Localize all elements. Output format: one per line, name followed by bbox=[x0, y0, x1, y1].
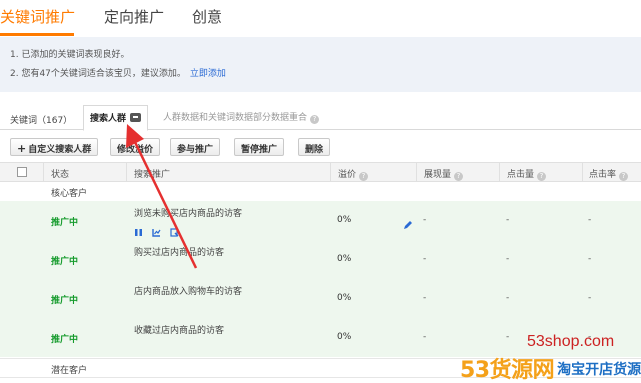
watermark-brand: 53货源网 bbox=[460, 358, 555, 383]
watermark-logo: 53货源网 淘宝开店货源 bbox=[460, 352, 641, 383]
watermark-site: 53shop.com bbox=[527, 333, 615, 350]
annotation-arrow bbox=[126, 124, 198, 269]
watermark-slogan: 淘宝开店货源 bbox=[557, 362, 641, 378]
